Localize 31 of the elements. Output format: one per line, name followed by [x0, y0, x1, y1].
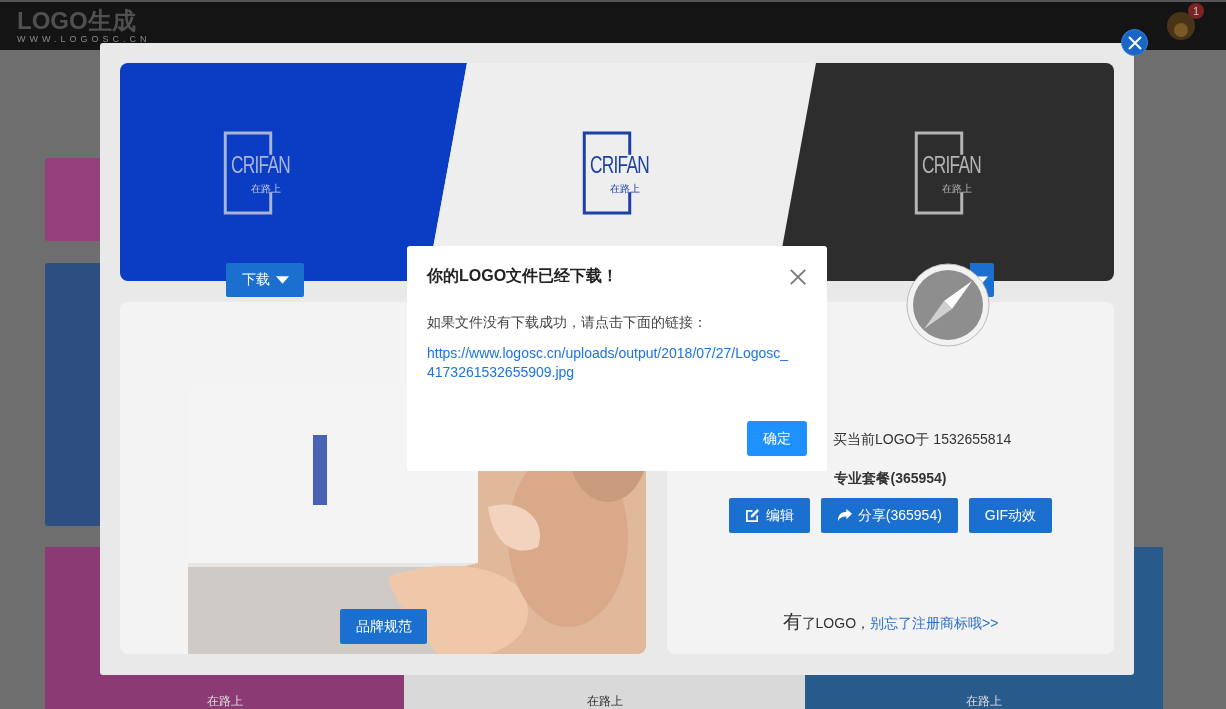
dialog-message: 如果文件没有下载成功，请点击下面的链接：: [427, 314, 708, 332]
card-tagline: 在路上: [206, 693, 243, 709]
card-tagline: 在路上: [966, 693, 1002, 709]
logo-tagline: 在路上: [251, 182, 281, 196]
purchase-note: 买当前LOGO于 1532655814: [833, 431, 1012, 449]
share-icon: [836, 508, 852, 523]
logo-tagline: 在路上: [610, 182, 640, 196]
download-link[interactable]: https://www.logosc.cn/uploads/output/2018/07/27/Logosc_4173261532655909.jpg: [427, 344, 791, 382]
logo-text: CRIFAN: [590, 151, 650, 179]
close-icon[interactable]: [789, 267, 807, 286]
caret-icon: [275, 276, 289, 284]
action-button[interactable]: GIF动效: [968, 498, 1053, 533]
action-button[interactable]: 分享(365954): [820, 498, 958, 533]
logo-text: CRIFAN: [922, 151, 982, 179]
footer-text: 有了LOGO，: [782, 610, 871, 634]
download-button[interactable]: 下载: [226, 263, 304, 297]
brand-guide-button[interactable]: 品牌规范: [340, 609, 427, 644]
edit-icon: [744, 508, 760, 523]
dialog-title: 你的LOGO文件已经下载！: [427, 266, 619, 286]
close-icon: [1126, 34, 1143, 51]
trademark-link[interactable]: 别忘了注册商标哦>>: [870, 615, 999, 633]
logo-text: CRIFAN: [231, 151, 291, 179]
notification-badge: 1: [1188, 3, 1204, 19]
avatar-icon[interactable]: [1166, 11, 1196, 41]
plan-label: 专业套餐(365954): [834, 470, 947, 488]
confirm-button[interactable]: 确定: [747, 421, 807, 456]
logo-tagline: 在路上: [942, 182, 972, 196]
compass-icon[interactable]: [906, 263, 990, 347]
card-tagline: 在路上: [586, 693, 623, 709]
action-button[interactable]: 编辑: [728, 498, 810, 533]
site-url: WWW.LOGOSC.CN: [17, 34, 151, 44]
